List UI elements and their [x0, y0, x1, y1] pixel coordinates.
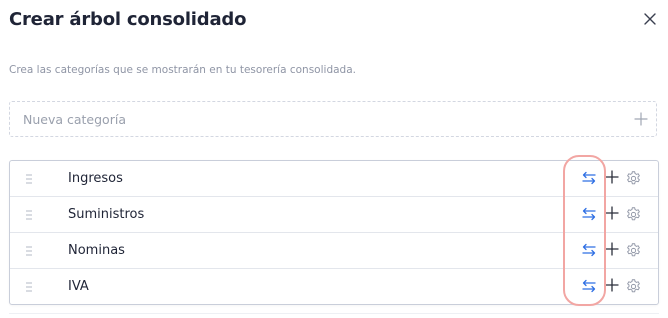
swap-arrows-icon[interactable] — [581, 206, 597, 222]
swap-arrows-icon[interactable] — [581, 242, 597, 258]
consolidated-tree-modal: Crear árbol consolidado Crea las categor… — [0, 0, 668, 318]
drag-handle-icon[interactable] — [24, 209, 34, 221]
category-label: Suministros — [68, 207, 145, 222]
category-row: Ingresos — [10, 161, 658, 197]
drag-handle-icon[interactable] — [24, 245, 34, 257]
swap-arrows-icon[interactable] — [581, 170, 597, 186]
drag-handle-icon[interactable] — [24, 281, 34, 293]
category-label: Nominas — [68, 243, 125, 258]
divider — [9, 313, 659, 314]
category-row: Suministros — [10, 197, 658, 233]
add-category-plus-icon[interactable] — [634, 112, 648, 126]
gear-icon[interactable] — [625, 206, 642, 223]
category-row: Nominas — [10, 233, 658, 269]
gear-icon[interactable] — [625, 278, 642, 295]
gear-icon[interactable] — [625, 242, 642, 259]
modal-title: Crear árbol consolidado — [9, 9, 247, 30]
swap-arrows-icon[interactable] — [581, 278, 597, 294]
add-subcategory-plus-icon[interactable] — [605, 242, 619, 256]
category-label: Ingresos — [68, 171, 123, 186]
add-subcategory-plus-icon[interactable] — [605, 278, 619, 292]
gear-icon[interactable] — [625, 170, 642, 187]
category-row: IVA — [10, 269, 658, 304]
add-subcategory-plus-icon[interactable] — [605, 206, 619, 220]
new-category-input[interactable] — [10, 102, 610, 136]
category-label: IVA — [68, 279, 89, 294]
close-button[interactable] — [641, 10, 659, 28]
drag-handle-icon[interactable] — [24, 173, 34, 185]
category-tree: Ingresos Suministros Nominas IVA — [9, 160, 659, 305]
close-icon — [644, 13, 656, 25]
new-category-field — [9, 101, 657, 137]
modal-subtitle: Crea las categorías que se mostrarán en … — [9, 64, 356, 76]
add-subcategory-plus-icon[interactable] — [605, 170, 619, 184]
